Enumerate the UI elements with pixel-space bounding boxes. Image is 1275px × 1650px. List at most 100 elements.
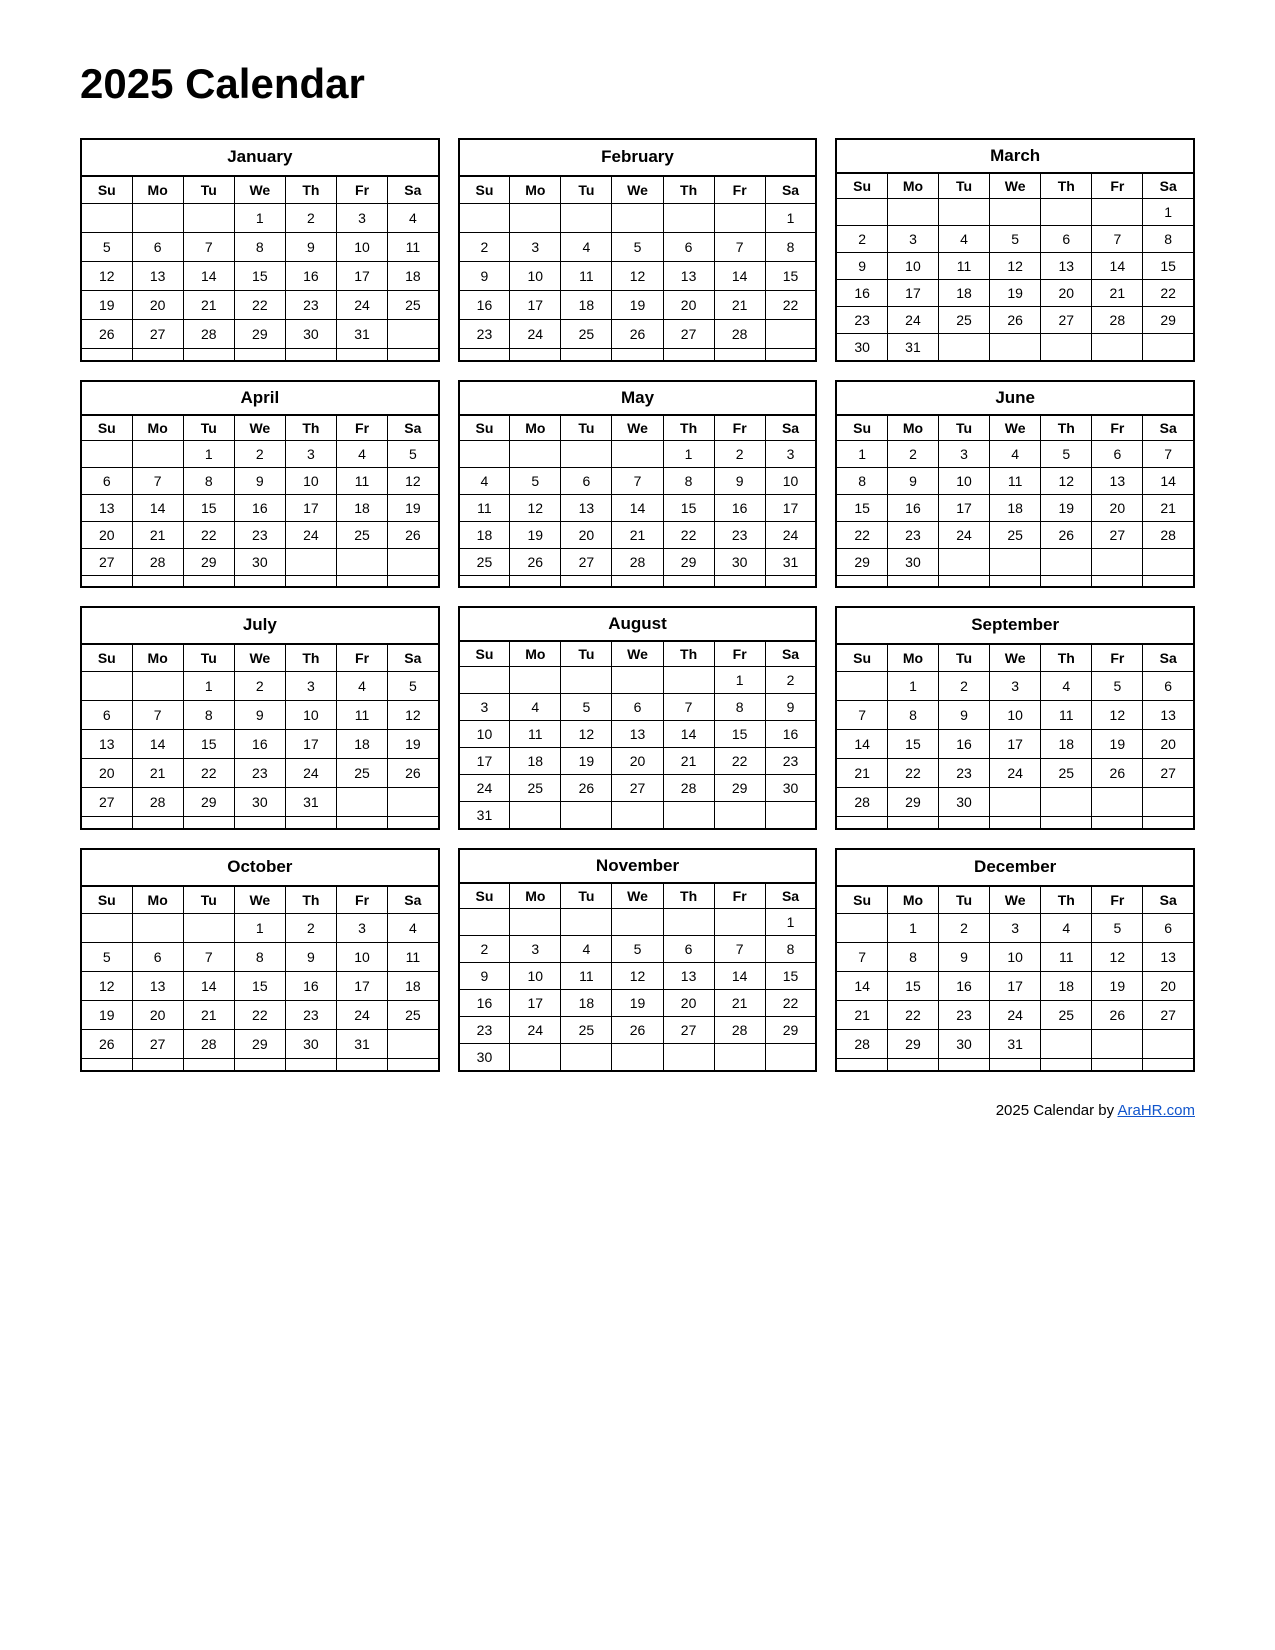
calendar-day: 10: [939, 468, 990, 495]
calendar-day: 7: [836, 700, 887, 729]
calendar-day: [459, 349, 510, 361]
calendar-day: 28: [836, 787, 887, 816]
calendar-day: 19: [1041, 495, 1092, 522]
calendar-day: 29: [714, 775, 765, 802]
calendar-day: 6: [663, 232, 714, 261]
calendar-day: [714, 802, 765, 830]
calendar-day: [510, 441, 561, 468]
day-header: Sa: [1143, 415, 1194, 441]
calendar-day: 11: [990, 468, 1041, 495]
calendar-day: [388, 576, 439, 588]
day-header: Su: [836, 173, 887, 199]
calendar-day: 9: [836, 253, 887, 280]
calendar-day: 22: [1143, 280, 1194, 307]
calendar-day: 24: [510, 319, 561, 348]
calendar-day: 19: [990, 280, 1041, 307]
day-header: Tu: [183, 176, 234, 203]
calendar-day: 5: [1092, 671, 1143, 700]
calendar-day: [714, 576, 765, 588]
calendar-day: 2: [234, 671, 285, 700]
calendar-day: [990, 334, 1041, 362]
calendar-day: 3: [990, 671, 1041, 700]
day-header: Sa: [1143, 644, 1194, 671]
calendar-day: 19: [510, 522, 561, 549]
calendar-day: 8: [234, 232, 285, 261]
month-header-november: November: [459, 849, 817, 883]
footer-link[interactable]: AraHR.com: [1117, 1102, 1195, 1119]
day-header: Su: [836, 415, 887, 441]
day-header: Tu: [939, 886, 990, 913]
calendar-day: 18: [388, 971, 439, 1000]
calendar-day: 28: [132, 787, 183, 816]
calendar-day: 10: [285, 468, 336, 495]
calendar-day: 17: [459, 748, 510, 775]
calendar-day: 12: [1092, 942, 1143, 971]
calendar-day: 19: [561, 748, 612, 775]
calendar-day: 30: [765, 775, 816, 802]
day-header: Sa: [1143, 173, 1194, 199]
calendar-day: [459, 203, 510, 232]
calendar-day: 20: [561, 522, 612, 549]
day-header: Su: [836, 886, 887, 913]
calendar-day: 18: [459, 522, 510, 549]
calendar-day: 1: [234, 913, 285, 942]
calendar-day: 12: [81, 261, 132, 290]
calendar-day: 14: [132, 495, 183, 522]
day-header: Mo: [132, 644, 183, 671]
calendar-day: 15: [1143, 253, 1194, 280]
day-header: Tu: [183, 644, 234, 671]
calendar-day: 17: [939, 495, 990, 522]
calendar-day: [234, 817, 285, 829]
calendar-day: 30: [836, 334, 887, 362]
day-header: Tu: [183, 415, 234, 441]
calendar-day: 23: [939, 758, 990, 787]
day-header: We: [990, 886, 1041, 913]
calendar-day: 8: [1143, 226, 1194, 253]
calendar-day: 5: [510, 468, 561, 495]
calendar-day: [1143, 787, 1194, 816]
calendar-day: 4: [561, 936, 612, 963]
day-header: Fr: [714, 883, 765, 909]
calendar-day: 24: [285, 522, 336, 549]
calendar-day: 14: [1092, 253, 1143, 280]
calendar-day: 1: [183, 671, 234, 700]
calendar-day: [459, 909, 510, 936]
calendar-day: 27: [81, 549, 132, 576]
calendar-day: [990, 576, 1041, 588]
day-header: We: [990, 644, 1041, 671]
calendar-day: 14: [132, 729, 183, 758]
calendar-day: [510, 576, 561, 588]
calendar-day: [836, 913, 887, 942]
calendar-day: [132, 576, 183, 588]
calendar-day: 29: [234, 1029, 285, 1058]
calendar-day: 20: [81, 758, 132, 787]
calendar-day: 29: [183, 549, 234, 576]
calendar-day: 10: [336, 232, 387, 261]
calendar-day: 15: [663, 495, 714, 522]
day-header: Sa: [388, 415, 439, 441]
calendar-day: 2: [887, 441, 938, 468]
calendar-day: 29: [234, 319, 285, 348]
calendar-day: 21: [836, 1000, 887, 1029]
calendar-day: [939, 334, 990, 362]
calendar-day: [1092, 1029, 1143, 1058]
calendar-day: 6: [81, 468, 132, 495]
calendar-day: 7: [714, 936, 765, 963]
day-header: Fr: [714, 415, 765, 441]
calendar-day: 29: [663, 549, 714, 576]
calendar-day: 24: [990, 758, 1041, 787]
day-header: Th: [285, 886, 336, 913]
day-header: Th: [1041, 173, 1092, 199]
calendar-day: 27: [1041, 307, 1092, 334]
calendar-day: 24: [336, 1000, 387, 1029]
calendar-day: 24: [887, 307, 938, 334]
calendar-day: 9: [285, 232, 336, 261]
calendar-day: 10: [510, 963, 561, 990]
calendar-day: 13: [1143, 700, 1194, 729]
calendar-day: 31: [459, 802, 510, 830]
calendar-day: 2: [285, 913, 336, 942]
calendar-day: [388, 319, 439, 348]
month-table-june: JuneSuMoTuWeThFrSa1234567891011121314151…: [835, 380, 1195, 588]
calendar-day: [663, 203, 714, 232]
page-title: 2025 Calendar: [80, 60, 1195, 108]
